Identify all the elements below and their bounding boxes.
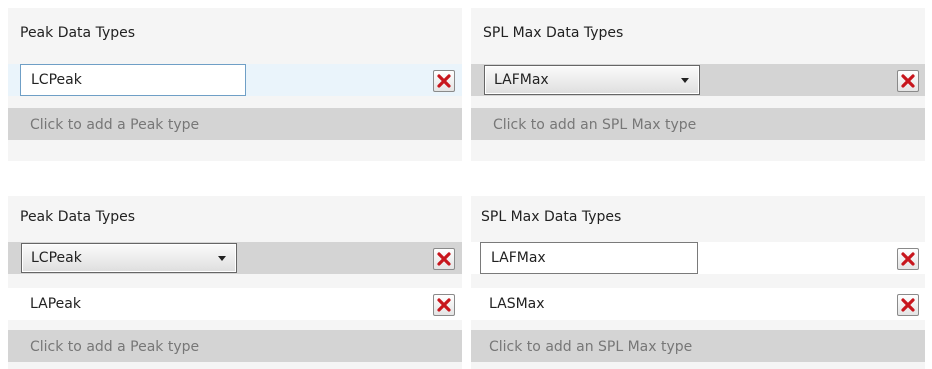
delete-button[interactable] — [897, 248, 919, 270]
list-item: LCPeak — [8, 64, 462, 96]
close-icon — [437, 298, 451, 312]
close-icon — [437, 74, 451, 88]
peak-type-dropdown[interactable]: LCPeak — [21, 243, 237, 273]
add-peak-type-label: Click to add a Peak type — [30, 339, 200, 355]
add-peak-type-label: Click to add a Peak type — [30, 117, 200, 133]
close-icon — [901, 298, 915, 312]
peak-data-types-panel: Peak Data Types LCPeak Click to add a Pe… — [8, 8, 462, 161]
list-item: LCPeak — [8, 242, 462, 274]
peak-type-label: LAPeak — [30, 296, 81, 312]
dropdown-value: LAFMax — [494, 72, 549, 88]
add-peak-type-row[interactable]: Click to add a Peak type — [8, 330, 462, 362]
close-icon — [901, 74, 915, 88]
delete-button[interactable] — [897, 70, 919, 92]
chevron-down-icon — [218, 256, 226, 261]
delete-button[interactable] — [433, 294, 455, 316]
panel-title: SPL Max Data Types — [481, 209, 622, 225]
add-spl-max-type-row[interactable]: Click to add an SPL Max type — [471, 108, 925, 140]
close-icon — [901, 252, 915, 266]
spl-max-type-dropdown[interactable]: LAFMax — [484, 65, 700, 95]
add-spl-max-type-label: Click to add an SPL Max type — [489, 339, 693, 355]
delete-button[interactable] — [897, 294, 919, 316]
panel-title: Peak Data Types — [20, 25, 136, 41]
list-item: LAFMax — [471, 64, 925, 96]
list-item: LAPeak — [8, 288, 462, 320]
delete-button[interactable] — [433, 248, 455, 270]
peak-type-field[interactable]: LCPeak — [20, 64, 246, 96]
spl-max-type-label: LASMax — [489, 296, 545, 312]
add-spl-max-type-row[interactable]: Click to add an SPL Max type — [471, 330, 925, 362]
list-item: LASMax — [471, 288, 925, 320]
panel-title: Peak Data Types — [20, 209, 136, 225]
dropdown-value: LCPeak — [31, 250, 82, 266]
add-peak-type-row[interactable]: Click to add a Peak type — [8, 108, 462, 140]
spl-max-data-types-panel: SPL Max Data Types LAFMax Click to add a… — [471, 8, 925, 161]
spl-max-type-field[interactable]: LAFMax — [480, 242, 698, 274]
chevron-down-icon — [681, 78, 689, 83]
close-icon — [437, 252, 451, 266]
spl-max-data-types-panel: SPL Max Data Types LAFMax LASMax Click t… — [471, 196, 925, 369]
add-spl-max-type-label: Click to add an SPL Max type — [493, 117, 697, 133]
delete-button[interactable] — [433, 70, 455, 92]
panel-title: SPL Max Data Types — [483, 25, 624, 41]
peak-data-types-panel: Peak Data Types LCPeak LAPeak Click to a… — [8, 196, 462, 369]
list-item: LAFMax — [471, 242, 925, 274]
